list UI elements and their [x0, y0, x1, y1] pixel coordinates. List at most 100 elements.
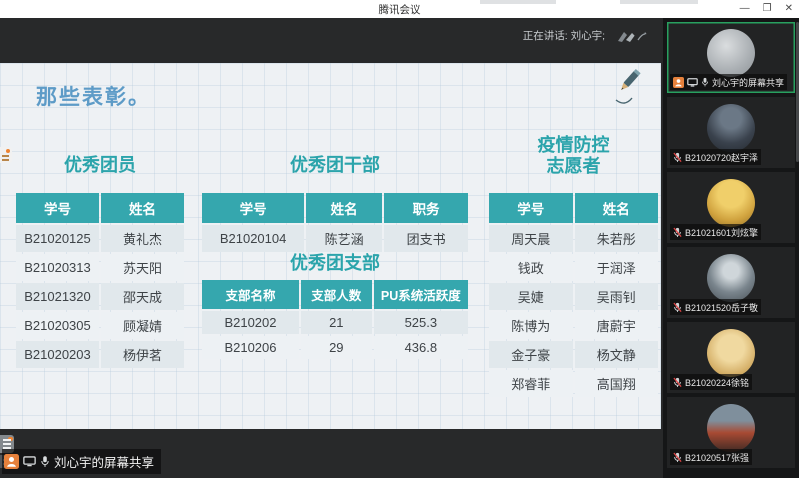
- section-heading-volunteers: 疫情防控 志愿者: [487, 135, 660, 177]
- header-cell: 姓名: [306, 193, 382, 223]
- cell: 朱若彤: [575, 225, 659, 252]
- header-cell: 支部人数: [301, 280, 372, 309]
- muted-microphone-icon: [673, 227, 682, 238]
- table-row: B21020305顾凝婧: [16, 312, 184, 339]
- cell: B21020305: [16, 312, 99, 339]
- header-cell: 学号: [202, 193, 304, 223]
- header-cell: 职务: [384, 193, 468, 223]
- header-cell: PU系统活跃度: [374, 280, 468, 309]
- cell: 金子豪: [489, 341, 573, 368]
- muted-microphone-icon: [673, 152, 682, 163]
- cell: 唐蔚宇: [575, 312, 659, 339]
- participant-label: B21020224徐铭: [670, 374, 752, 390]
- close-button[interactable]: ✕: [785, 0, 793, 18]
- slide-panel-toggle-button[interactable]: [0, 147, 12, 163]
- participant-tile-screen-share[interactable]: 刘心宇的屏幕共享: [667, 22, 795, 93]
- participant-name: B21020224徐铭: [685, 376, 749, 389]
- applause-icon: [615, 29, 649, 43]
- cell: 陈艺涵: [306, 225, 382, 252]
- background-tab-remnant: [480, 0, 556, 4]
- participant-tile[interactable]: B21020720赵宇泽: [667, 97, 795, 168]
- cell: 于润泽: [575, 254, 659, 281]
- cell: 周天晨: [489, 225, 573, 252]
- minimize-button[interactable]: —: [740, 0, 750, 18]
- cell: 高国翔: [575, 370, 659, 397]
- table-row: B21020125黄礼杰: [16, 225, 184, 252]
- participant-name: B21020720赵宇泽: [685, 151, 758, 164]
- maximize-button[interactable]: ❐: [763, 0, 772, 18]
- cell: B21020203: [16, 341, 99, 368]
- table-row: 钱政于润泽: [489, 254, 658, 281]
- cell: 团支书: [384, 225, 468, 252]
- table-row: B21021320邵天成: [16, 283, 184, 310]
- microphone-icon: [701, 77, 709, 87]
- presentation-slide: 那些表彰。 优秀团员 优秀团干部 优秀团支部 疫情防控 志愿者: [0, 63, 661, 429]
- cell: 苏天阳: [101, 254, 184, 281]
- child-raincoat-avatar: [707, 179, 755, 227]
- window-titlebar[interactable]: 腾讯会议 — ❐ ✕: [0, 0, 799, 18]
- cell: 陈博为: [489, 312, 573, 339]
- table-row: B21020313苏天阳: [16, 254, 184, 281]
- table-volunteers: 学号 姓名 周天晨朱若彤 钱政于润泽 吴婕吴雨钊 陈博为唐蔚宇 金子豪杨文静 郑…: [487, 191, 660, 399]
- header-cell: 支部名称: [202, 280, 299, 309]
- muted-microphone-icon: [673, 452, 682, 463]
- cell: B210202: [202, 311, 299, 334]
- participant-label: B21021601刘炫擎: [670, 224, 761, 240]
- screen-share-label: 刘心宇的屏幕共享: [2, 449, 161, 474]
- section-heading-excellent-branch: 优秀团支部: [200, 253, 470, 274]
- table-row: 郑睿菲高国翔: [489, 370, 658, 397]
- speaking-status: 正在讲话: 刘心宇;: [0, 28, 663, 43]
- table-row: B210202 21 525.3: [202, 311, 468, 334]
- header-cell: 学号: [16, 193, 99, 223]
- participant-tile[interactable]: B21020517张强: [667, 397, 795, 468]
- cell: B21021320: [16, 283, 99, 310]
- table-excellent-members: 学号 姓名 B21020125黄礼杰 B21020313苏天阳 B2102132…: [14, 191, 186, 370]
- cell: 顾凝婧: [101, 312, 184, 339]
- table-row: 吴婕吴雨钊: [489, 283, 658, 310]
- participant-label: B21020517张强: [670, 449, 752, 465]
- moon-avatar: [707, 29, 755, 77]
- participant-label: 刘心宇的屏幕共享: [670, 74, 787, 90]
- header-cell: 姓名: [101, 193, 184, 223]
- section-heading-excellent-cadres: 优秀团干部: [200, 155, 470, 176]
- cell: B21020104: [202, 225, 304, 252]
- microphone-icon: [40, 455, 50, 468]
- cell: B21020125: [16, 225, 99, 252]
- table-row: B21020203杨伊茗: [16, 341, 184, 368]
- table-excellent-branch: 支部名称 支部人数 PU系统活跃度 B210202 21 525.3 B2102…: [200, 278, 470, 361]
- pencil-doodle-icon: [611, 67, 647, 107]
- ultraman-avatar: [707, 254, 755, 302]
- background-tab-remnant: [620, 0, 698, 4]
- participant-name: B21020517张强: [685, 451, 749, 464]
- participants-sidebar: 刘心宇的屏幕共享 B21020720赵宇泽: [663, 18, 799, 478]
- window-title: 腾讯会议: [379, 2, 421, 17]
- cell: 436.8: [374, 336, 468, 359]
- cell: 钱政: [489, 254, 573, 281]
- cell: 郑睿菲: [489, 370, 573, 397]
- cell: 吴雨钊: [575, 283, 659, 310]
- cell: 吴婕: [489, 283, 573, 310]
- cell: 邵天成: [101, 283, 184, 310]
- cell: B21020313: [16, 254, 99, 281]
- cell: 525.3: [374, 311, 468, 334]
- participant-tile[interactable]: B21021520岳子敬: [667, 247, 795, 318]
- doge-avatar: [707, 329, 755, 377]
- cell: 21: [301, 311, 372, 334]
- shared-screen-area: 正在讲话: 刘心宇; 那些表彰。 优秀团员: [0, 18, 663, 478]
- slide-title: 那些表彰。: [36, 81, 151, 111]
- table-row: 陈博为唐蔚宇: [489, 312, 658, 339]
- header-cell: 姓名: [575, 193, 659, 223]
- participant-tile[interactable]: B21021601刘炫擎: [667, 172, 795, 243]
- sharer-person-icon: [673, 77, 684, 88]
- cell: 杨伊茗: [101, 341, 184, 368]
- participant-label: B21020720赵宇泽: [670, 149, 761, 165]
- participant-name: 刘心宇的屏幕共享: [712, 76, 784, 89]
- cell: 29: [301, 336, 372, 359]
- participant-tile[interactable]: B21020224徐铭: [667, 322, 795, 393]
- muted-microphone-icon: [673, 377, 682, 388]
- screen-share-icon: [687, 78, 698, 87]
- notification-dot: [6, 149, 10, 153]
- table-excellent-cadres: 学号 姓名 职务 B21020104 陈艺涵 团支书: [200, 191, 470, 254]
- participant-label: B21021520岳子敬: [670, 299, 761, 315]
- participant-name: B21021520岳子敬: [685, 301, 758, 314]
